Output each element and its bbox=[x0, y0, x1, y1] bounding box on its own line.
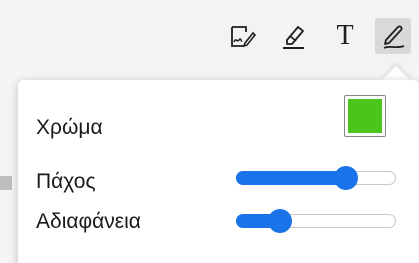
thickness-slider[interactable] bbox=[236, 166, 396, 190]
thickness-slider-thumb[interactable] bbox=[334, 166, 358, 190]
pen-icon bbox=[378, 21, 408, 51]
draw-tool-button[interactable] bbox=[375, 18, 411, 54]
flyout-pointer-join bbox=[378, 80, 414, 94]
text-tool-button[interactable]: T bbox=[327, 18, 363, 54]
annotation-toolbar: T bbox=[0, 0, 419, 66]
sign-tool-button[interactable] bbox=[224, 18, 260, 54]
thickness-slider-fill bbox=[236, 171, 345, 185]
signature-icon bbox=[227, 21, 257, 51]
document-page-edge bbox=[0, 176, 12, 190]
color-label: Χρώμα bbox=[36, 116, 103, 139]
color-swatch-button[interactable] bbox=[344, 95, 386, 137]
highlight-tool-button[interactable] bbox=[275, 18, 311, 54]
opacity-label: Αδιαφάνεια bbox=[36, 210, 141, 233]
pen-settings-flyout: Χρώμα Πάχος Αδιαφάνεια bbox=[18, 80, 419, 263]
opacity-slider[interactable] bbox=[236, 209, 396, 233]
opacity-slider-thumb[interactable] bbox=[268, 209, 292, 233]
highlighter-icon bbox=[278, 21, 308, 51]
color-swatch-fill bbox=[348, 99, 382, 133]
thickness-label: Πάχος bbox=[36, 170, 96, 193]
text-icon: T bbox=[336, 20, 354, 51]
app-window: T Χρώμα Πάχος Αδιαφάνεια bbox=[0, 0, 419, 263]
